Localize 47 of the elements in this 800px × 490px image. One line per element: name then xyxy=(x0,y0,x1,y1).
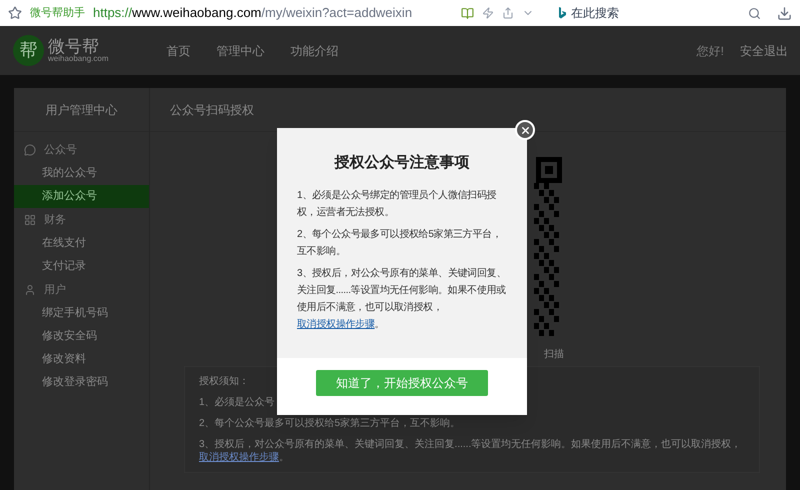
notice-text: 2、每个公众号最多可以授权给5家第三方平台，互不影响。 xyxy=(199,417,460,430)
sidebar-group-label: 用户 xyxy=(44,282,66,298)
notice-title: 授权须知： xyxy=(199,375,249,388)
download-icon[interactable] xyxy=(777,6,792,20)
address-bar[interactable]: https://www.weihaobang.com/my/weixin?act=addweixin xyxy=(93,3,412,23)
tab-title: 微号帮助手 xyxy=(30,6,85,21)
page-title: 公众号扫码授权 xyxy=(170,102,254,118)
sidebar-item[interactable]: 修改登录密码 xyxy=(14,371,149,394)
sidebar-group-label: 公众号 xyxy=(44,142,77,158)
nav-link[interactable]: 功能介绍 xyxy=(290,42,338,60)
bing-logo-icon xyxy=(558,7,567,19)
sidebar-item[interactable]: 支付记录 xyxy=(14,255,149,278)
confirm-button[interactable]: 知道了，开始授权公众号 xyxy=(316,370,488,396)
search-engine-field[interactable]: 在此搜索 xyxy=(558,4,708,22)
modal-paragraph: 3、授权后，对公众号原有的菜单、关键词回复、关注回复......等设置均无任何影响。如果不使用或使用后不满意，也可以取消授权， 取消授权操作步骤。 xyxy=(297,266,507,332)
sidebar-item[interactable]: 我的公众号 xyxy=(14,162,149,185)
sidebar-item[interactable]: 绑定手机号码 xyxy=(14,302,149,325)
logo-name: 微号帮 xyxy=(48,38,99,55)
logo-mark: 帮 xyxy=(13,35,44,66)
search-icon[interactable] xyxy=(748,6,761,20)
reader-icon[interactable] xyxy=(461,6,474,20)
close-icon xyxy=(520,124,530,136)
cancel-auth-link[interactable]: 取消授权操作步骤 xyxy=(199,452,279,463)
nav-link[interactable]: 首页 xyxy=(166,42,190,60)
notice-text: 3、授权后，对公众号原有的菜单、关键词回复、关注回复......等设置均无任何影响。如果使用后不满意，也可以取消授权， 取消授权操作步骤。 xyxy=(199,438,742,464)
logout-link[interactable]: 安全退出 xyxy=(740,42,788,60)
modal-title: 授权公众号注意事项 xyxy=(333,153,470,173)
share-icon[interactable] xyxy=(502,7,514,19)
user-icon xyxy=(24,284,36,296)
modal-paragraph: 1、必须是公众号绑定的管理员个人微信扫码授权，运营者无法授权。 xyxy=(297,188,498,220)
sidebar-item[interactable]: 在线支付 xyxy=(14,232,149,255)
sidebar-item[interactable]: 修改安全码 xyxy=(14,325,149,348)
chat-icon xyxy=(24,144,36,156)
greeting-text: 您好! xyxy=(696,42,724,60)
qr-caption: 扫描 xyxy=(544,348,564,362)
favorite-star-icon[interactable] xyxy=(8,6,22,20)
notice-text: 1、必须是公众号 xyxy=(199,396,275,409)
sidebar-item[interactable]: 添加公众号 xyxy=(14,185,149,208)
lightning-icon[interactable] xyxy=(482,7,494,19)
sidebar-item[interactable]: 修改资料 xyxy=(14,348,149,371)
modal-paragraph: 2、每个公众号最多可以授权给5家第三方平台，互不影响。 xyxy=(297,228,503,258)
grid-icon xyxy=(24,214,36,226)
sidebar-title: 用户管理中心 xyxy=(14,88,149,132)
cancel-auth-link[interactable]: 取消授权操作步骤 xyxy=(297,318,375,330)
sidebar-group-label: 财务 xyxy=(44,212,66,228)
logo-domain: weihaobang.com xyxy=(48,55,108,63)
nav-link[interactable]: 管理中心 xyxy=(216,42,264,60)
